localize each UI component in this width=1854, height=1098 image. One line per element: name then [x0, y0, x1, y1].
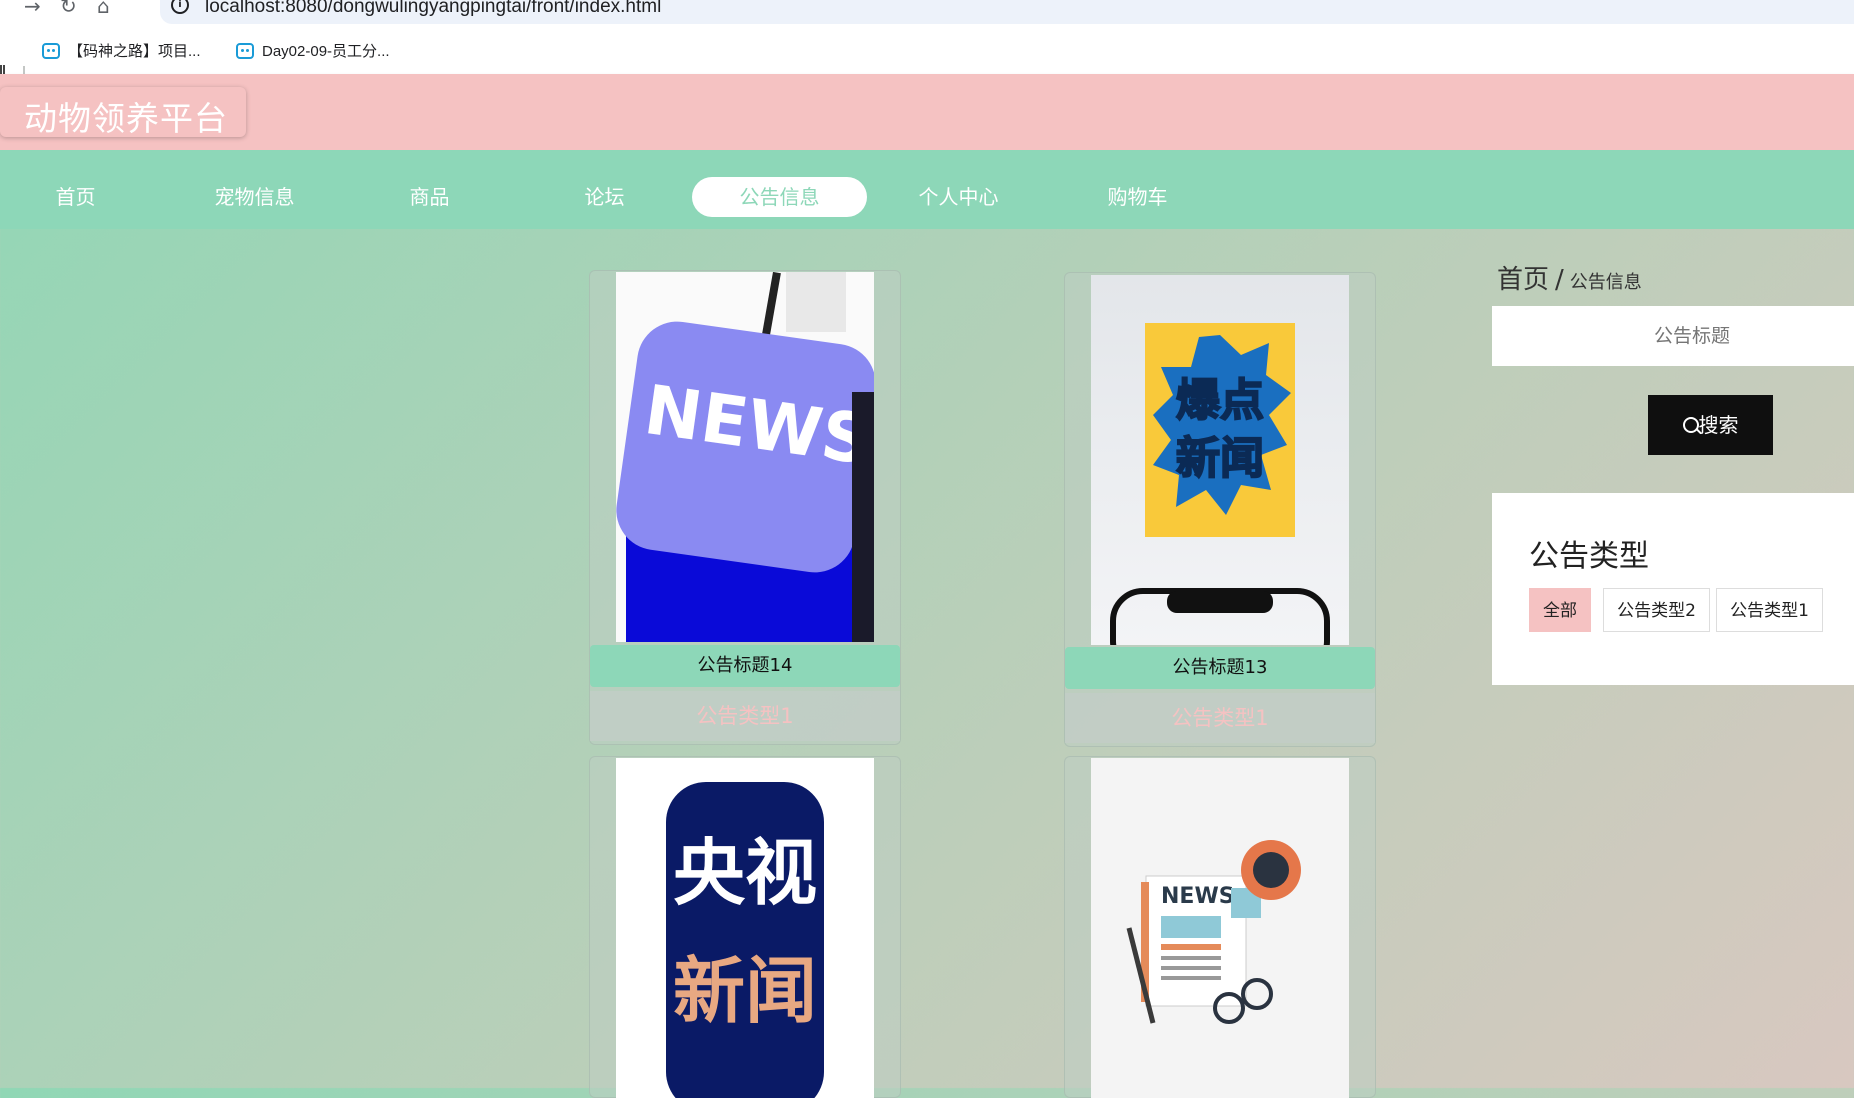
forward-icon[interactable]: →: [24, 0, 41, 18]
card-title[interactable]: 公告标题13: [1065, 647, 1375, 689]
search-button-label: 搜索: [1698, 413, 1739, 437]
nav-home[interactable]: 首页: [0, 177, 163, 217]
browser-address-bar: → ↻ ⌂ i localhost:8080/dongwulingyangpin…: [0, 0, 1854, 26]
nav-forum[interactable]: 论坛: [517, 177, 692, 217]
bookmark-item[interactable]: Day02-09-员工分...: [236, 40, 390, 61]
svg-text:NEWS: NEWS: [1161, 884, 1235, 909]
bookmark-item[interactable]: 【码神之路】项目...: [42, 40, 201, 61]
type-tag[interactable]: 公告类型2: [1603, 588, 1710, 632]
type-filter-panel: 公告类型 全部 公告类型2 公告类型1: [1492, 493, 1854, 685]
nav-cart[interactable]: 购物车: [1050, 177, 1225, 217]
bookmark-label: 【码神之路】项目...: [68, 43, 201, 60]
url-text[interactable]: localhost:8080/dongwulingyangpingtai/fro…: [205, 0, 661, 18]
site-title: 动物领养平台: [24, 99, 228, 138]
breadcrumb-home[interactable]: 首页: [1497, 265, 1549, 295]
announcement-card[interactable]: NEWS: [1064, 756, 1376, 1098]
site-logo[interactable]: 动物领养平台: [0, 87, 246, 138]
announcement-card[interactable]: 央视 新闻: [589, 756, 901, 1098]
site-header: 动物领养平台: [0, 74, 1854, 150]
svg-text:新闻: 新闻: [1176, 433, 1264, 484]
search-button[interactable]: 搜索: [1648, 395, 1773, 455]
card-type: 公告类型1: [590, 691, 900, 741]
breaking-news-phone-image: 爆点 新闻: [1091, 275, 1349, 645]
nav-products[interactable]: 商品: [342, 177, 517, 217]
type-filter-title: 公告类型: [1529, 539, 1649, 574]
card-type: 公告类型1: [1065, 693, 1375, 743]
announcement-card[interactable]: 爆点 新闻 公告标题13 公告类型1: [1064, 272, 1376, 747]
newspaper-coffee-image: NEWS: [1091, 758, 1349, 1098]
breadcrumb-separator: /: [1555, 265, 1564, 295]
bookmark-label: Day02-09-员工分...: [262, 43, 390, 60]
type-tag-all[interactable]: 全部: [1529, 588, 1591, 632]
bilibili-icon: [236, 42, 254, 59]
type-tag[interactable]: 公告类型1: [1716, 588, 1823, 632]
nav-pet-info[interactable]: 宠物信息: [167, 177, 342, 217]
breadcrumb-current: 公告信息: [1569, 272, 1642, 293]
nav-announcements[interactable]: 公告信息: [692, 177, 867, 217]
nav-personal-center[interactable]: 个人中心: [871, 177, 1046, 217]
search-icon: [1682, 417, 1702, 435]
main-nav: 首页 宠物信息 商品 论坛 公告信息 个人中心 购物车: [0, 150, 1854, 229]
news-keyboard-image: NEWS: [616, 272, 874, 642]
bookmarks-bar: 【码神之路】项目... Day02-09-员工分...: [0, 26, 1854, 84]
home-icon[interactable]: ⌂: [97, 0, 110, 18]
svg-text:爆点: 爆点: [1176, 375, 1264, 426]
reload-icon[interactable]: ↻: [60, 0, 77, 18]
svg-text:央视: 央视: [673, 831, 817, 915]
card-title[interactable]: 公告标题14: [590, 645, 900, 687]
svg-text:新闻: 新闻: [673, 949, 817, 1033]
announcement-card[interactable]: NEWS 公告标题14 公告类型1: [589, 270, 901, 745]
breadcrumb: 首页 / 公告信息: [1497, 259, 1642, 296]
cctv-news-image: 央视 新闻: [616, 758, 874, 1098]
search-input[interactable]: [1492, 306, 1854, 366]
bilibili-icon: [42, 42, 60, 59]
